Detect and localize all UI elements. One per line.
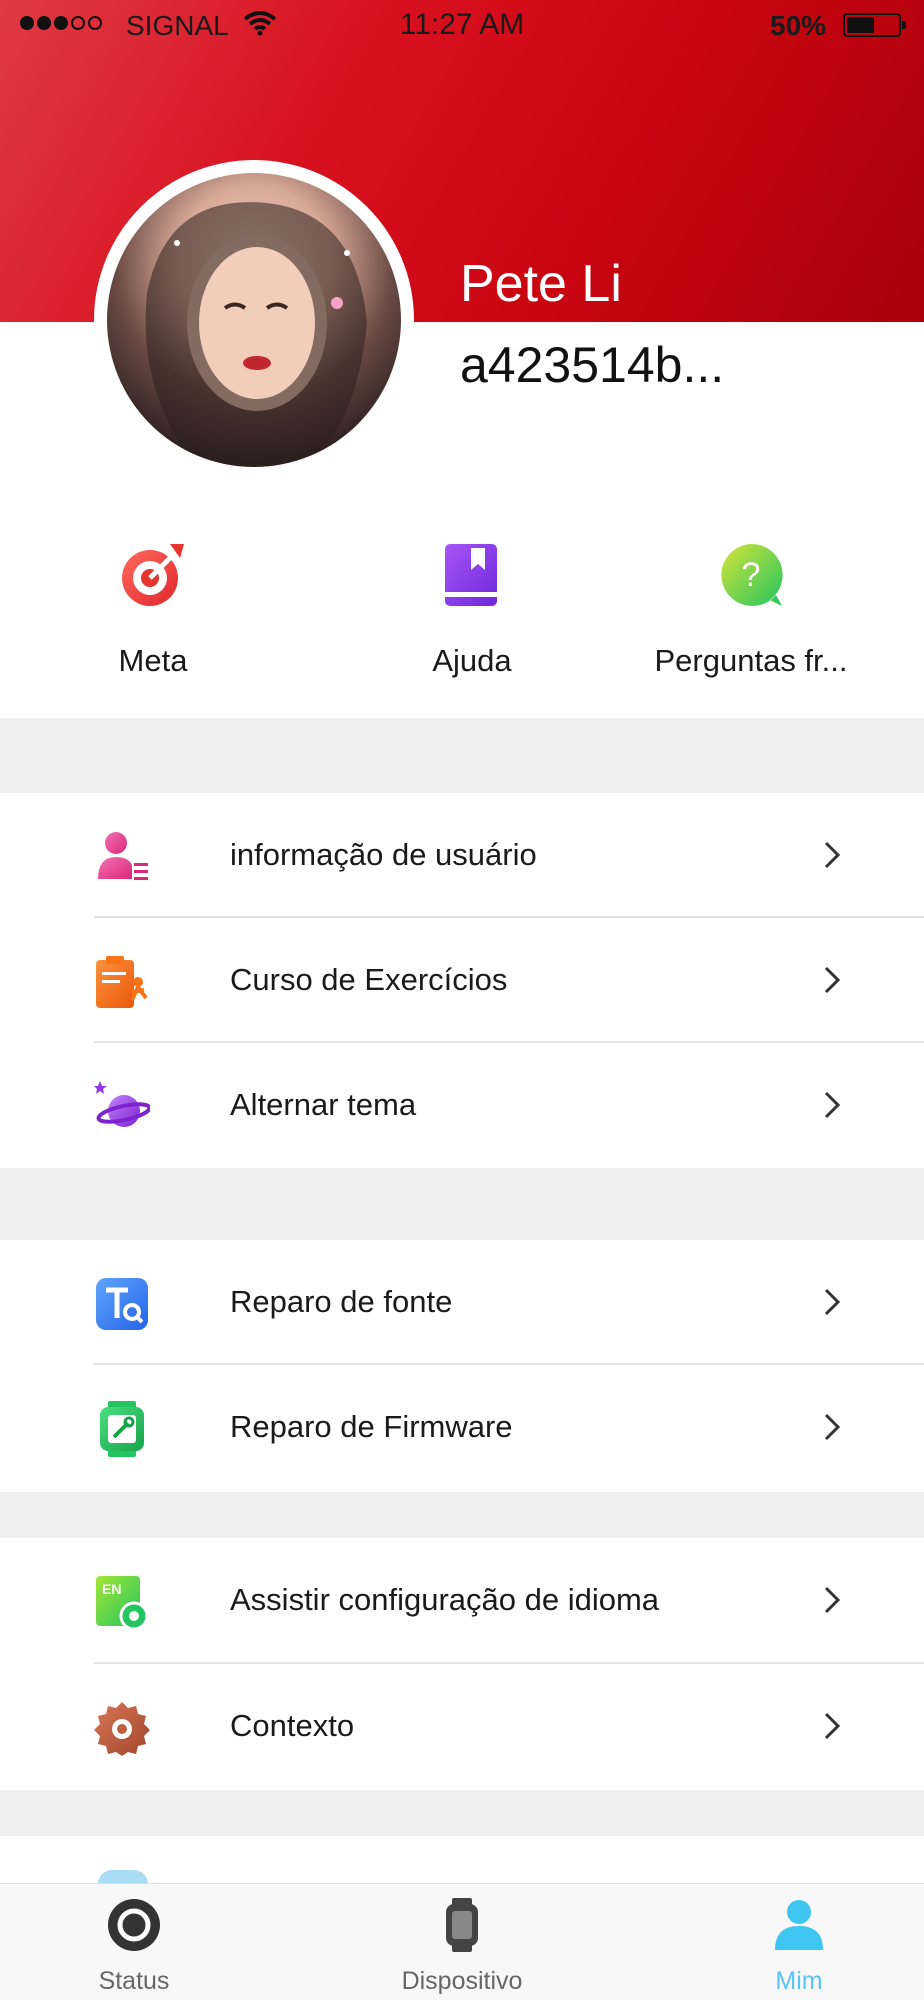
watch-repair-icon bbox=[100, 1401, 144, 1457]
menu-group-settings: EN Assistir configuração de idioma Conte… bbox=[0, 1538, 924, 1790]
quick-action-label: Ajuda bbox=[432, 643, 512, 678]
planet-icon bbox=[94, 1081, 150, 1127]
svg-text:?: ? bbox=[742, 556, 761, 594]
tab-me[interactable]: Mim bbox=[699, 1898, 899, 1996]
tab-label: Mim bbox=[775, 1967, 823, 1995]
language-icon: EN bbox=[96, 1576, 149, 1630]
user-id: a423514b... bbox=[460, 337, 725, 393]
section-gap bbox=[0, 1790, 924, 1836]
user-name: Pete Li bbox=[460, 255, 622, 313]
chevron-right-icon bbox=[824, 841, 841, 869]
font-repair-icon bbox=[96, 1278, 148, 1330]
partial-menu-icon bbox=[98, 1870, 148, 1884]
tab-status[interactable]: Status bbox=[34, 1898, 234, 1996]
chevron-right-icon bbox=[824, 1712, 841, 1740]
chevron-right-icon bbox=[824, 1091, 841, 1119]
exercise-course-icon bbox=[96, 956, 148, 1008]
menu-item-exercise-course[interactable]: Curso de Exercícios bbox=[0, 918, 924, 1043]
user-info-icon bbox=[98, 832, 148, 880]
person-icon bbox=[775, 1900, 823, 1950]
tab-label: Dispositivo bbox=[401, 1967, 523, 1995]
menu-item-switch-theme[interactable]: Alternar tema bbox=[0, 1043, 924, 1168]
section-gap bbox=[0, 1168, 924, 1240]
status-bar: SIGNAL 11:27 AM 50% bbox=[0, 0, 924, 50]
tab-label: Status bbox=[98, 1967, 170, 1995]
section-gap bbox=[0, 718, 924, 793]
tab-bar: Status Dispositivo Mim bbox=[0, 1883, 924, 2000]
menu-item-label: Assistir configuração de idioma bbox=[230, 1582, 660, 1617]
quick-action-faq[interactable]: ? Perguntas fr... bbox=[611, 540, 891, 679]
menu-item-label: Reparo de fonte bbox=[230, 1284, 453, 1319]
menu-item-label: Reparo de Firmware bbox=[230, 1409, 513, 1444]
menu-item-user-info[interactable]: informação de usuário bbox=[0, 793, 924, 918]
target-icon bbox=[122, 544, 184, 606]
avatar[interactable] bbox=[94, 160, 414, 480]
quick-action-label: Perguntas fr... bbox=[654, 643, 848, 678]
chevron-right-icon bbox=[824, 1288, 841, 1316]
question-bubble-icon: ? bbox=[721, 543, 783, 606]
menu-item-settings[interactable]: Contexto bbox=[0, 1664, 924, 1790]
watch-icon bbox=[446, 1898, 478, 1952]
battery-icon bbox=[843, 13, 906, 37]
menu-item-label: Alternar tema bbox=[230, 1087, 417, 1122]
menu-group-partial bbox=[0, 1836, 924, 1884]
menu-item-label: Contexto bbox=[230, 1708, 355, 1743]
menu-item-label: informação de usuário bbox=[230, 837, 537, 872]
chevron-right-icon bbox=[824, 1586, 841, 1614]
menu-item-font-repair[interactable]: Reparo de fonte bbox=[0, 1240, 924, 1365]
gear-icon bbox=[94, 1702, 150, 1756]
menu-item-firmware-repair[interactable]: Reparo de Firmware bbox=[0, 1365, 924, 1492]
status-ring-icon bbox=[108, 1899, 160, 1951]
quick-action-goal[interactable]: Meta bbox=[13, 540, 293, 679]
svg-text:EN: EN bbox=[102, 1581, 121, 1597]
menu-item-label: Curso de Exercícios bbox=[230, 962, 508, 997]
menu-group-repair: Reparo de fonte Reparo de Firmware bbox=[0, 1240, 924, 1492]
battery-percentage: 50% bbox=[770, 10, 827, 41]
menu-group-profile: informação de usuário Curso de Exercício… bbox=[0, 793, 924, 1168]
section-gap bbox=[0, 1492, 924, 1538]
quick-action-help[interactable]: Ajuda bbox=[332, 540, 612, 679]
chevron-right-icon bbox=[824, 966, 841, 994]
book-icon bbox=[445, 544, 497, 606]
quick-action-label: Meta bbox=[118, 643, 188, 678]
chevron-right-icon bbox=[824, 1413, 841, 1441]
menu-item-watch-language[interactable]: EN Assistir configuração de idioma bbox=[0, 1538, 924, 1664]
avatar-photo bbox=[107, 173, 401, 467]
tab-device[interactable]: Dispositivo bbox=[362, 1898, 562, 1996]
